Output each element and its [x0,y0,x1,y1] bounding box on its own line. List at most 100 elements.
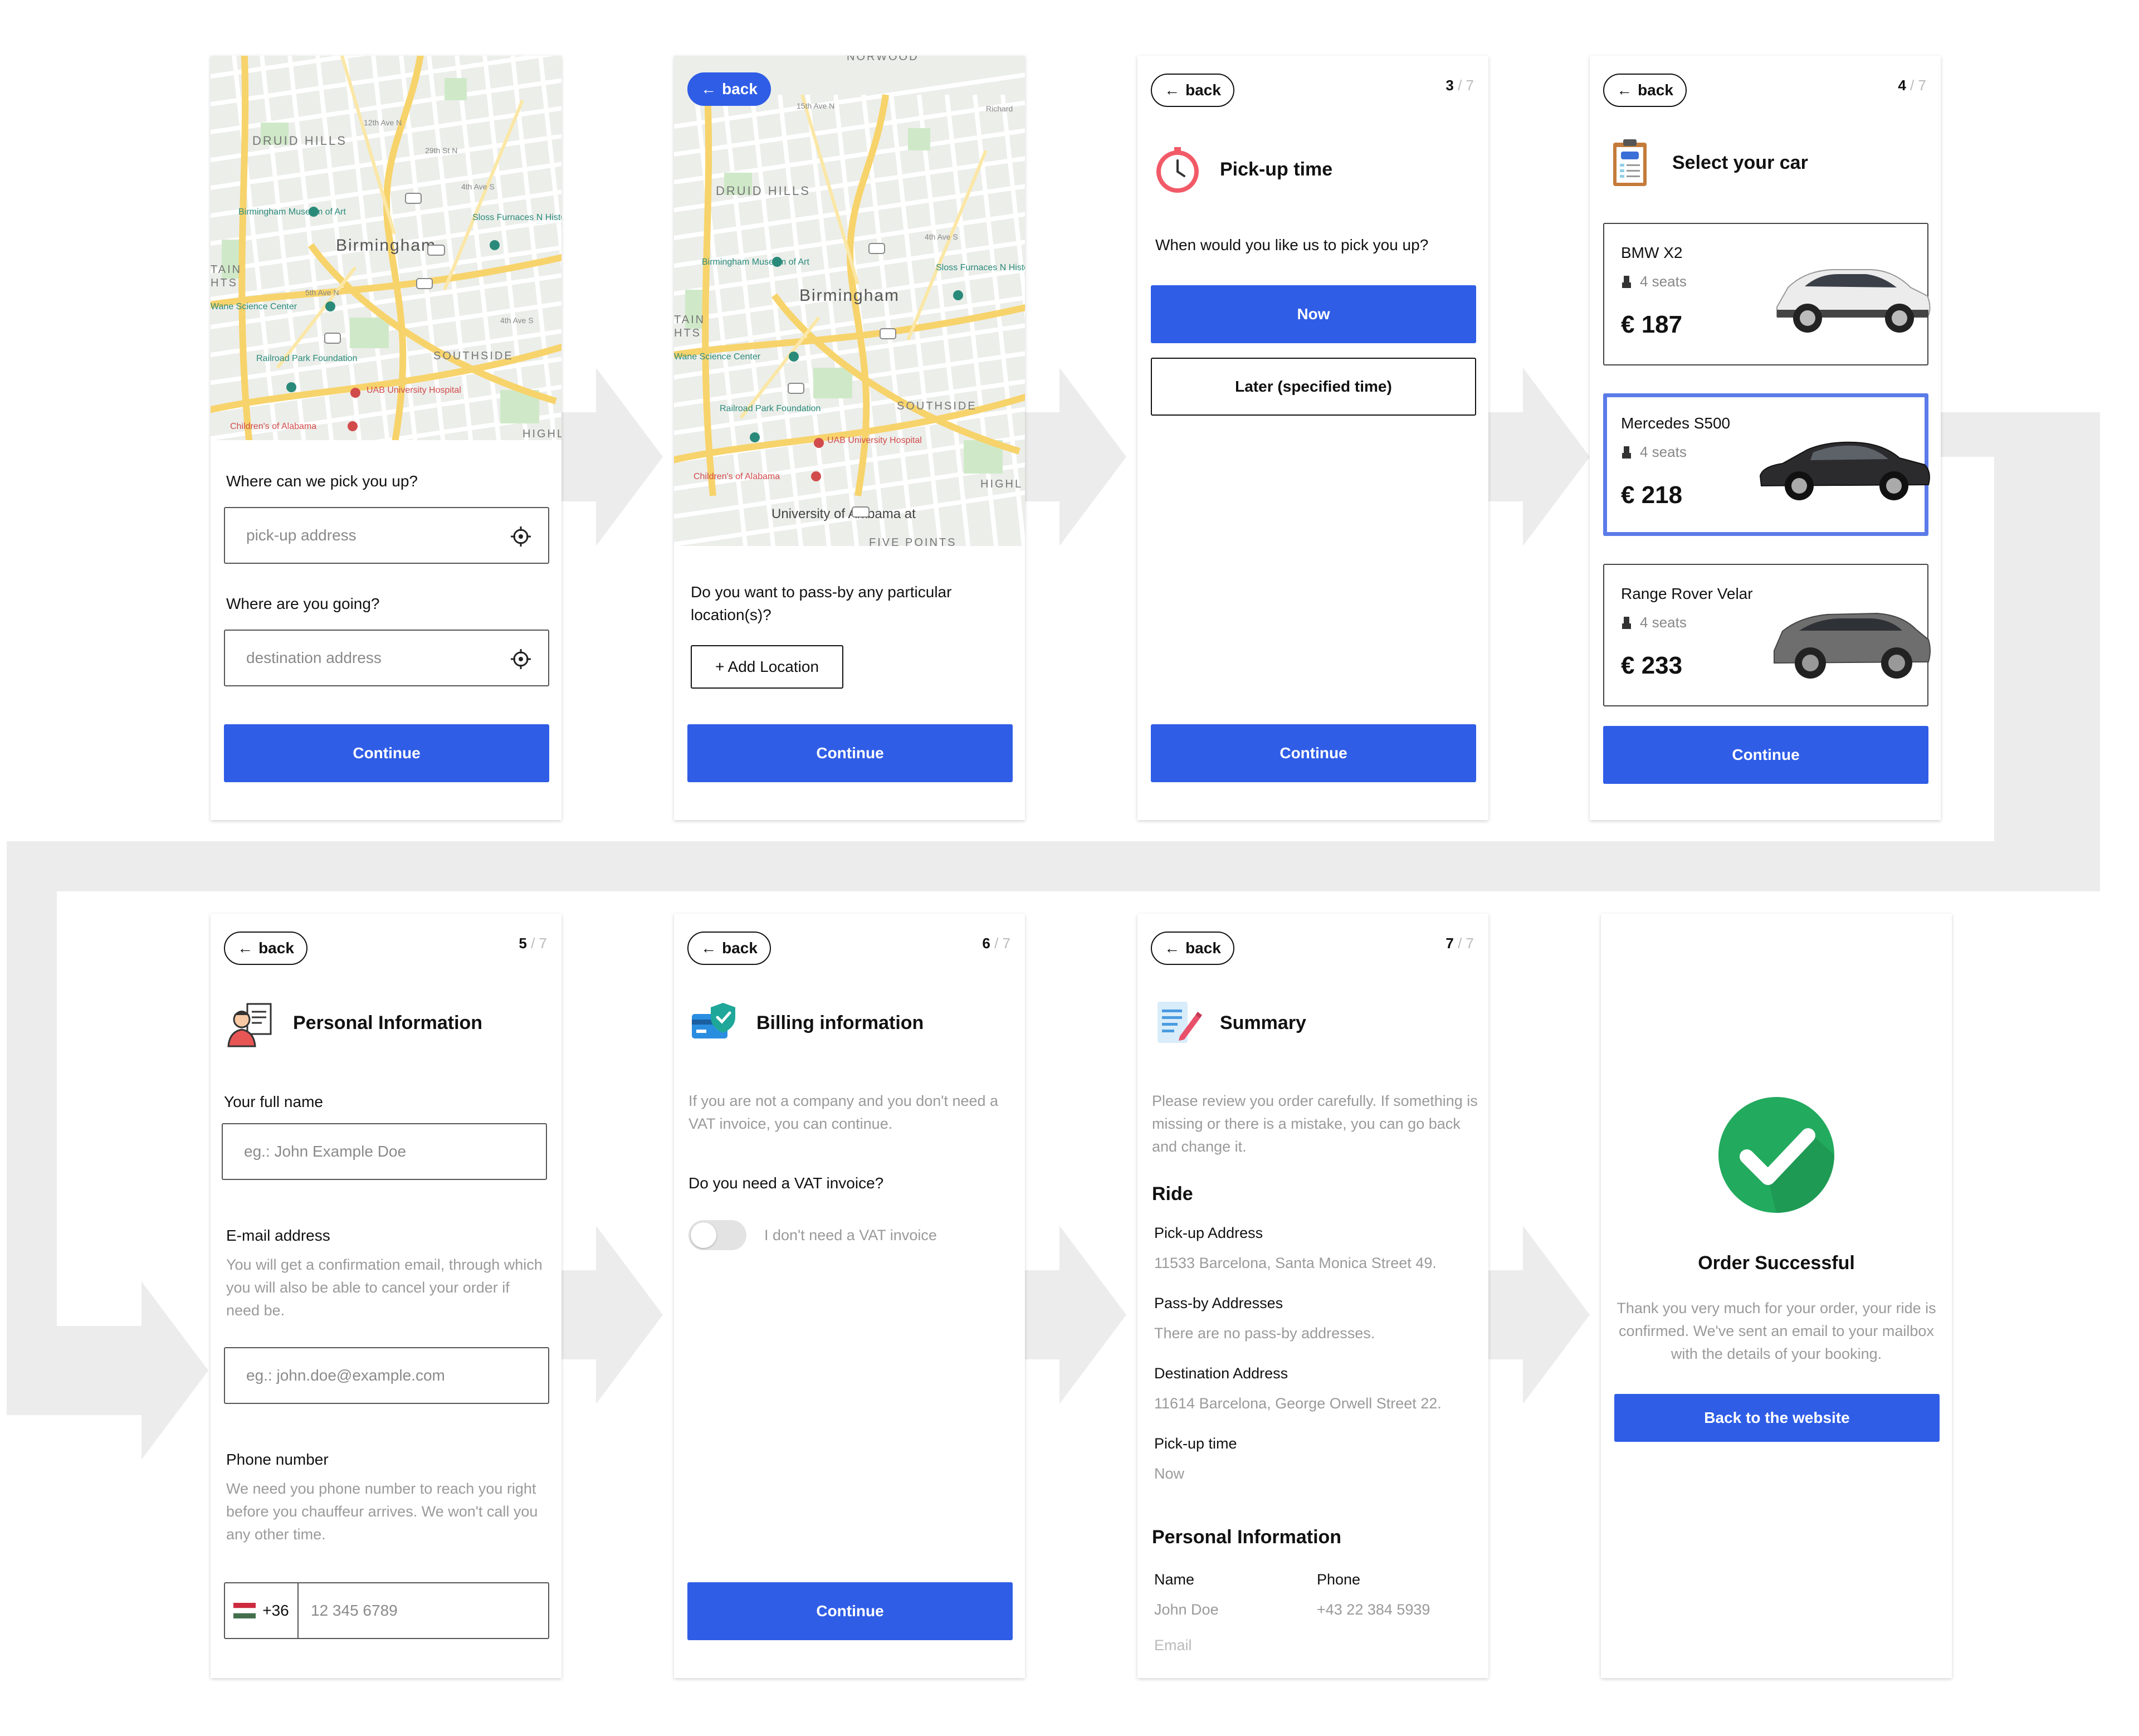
phone-placeholder: 12 345 6789 [311,1602,398,1619]
summary-help-text: Please review you order carefully. If so… [1152,1093,1478,1155]
continue-button[interactable]: Continue [687,724,1013,782]
step-indicator: 6 / 7 [982,935,1010,952]
car-option-mercedes-s500[interactable]: Mercedes S500 4 seats € 218 [1603,393,1930,536]
pickup-address-value: 11533 Barcelona, Santa Monica Street 49. [1154,1255,1437,1271]
person-document-icon [227,1003,272,1047]
back-label: back [722,939,758,957]
add-location-button[interactable]: + Add Location [691,645,843,689]
vat-toggle[interactable] [688,1220,746,1250]
car-seats-label: 4 seats [1640,443,1687,460]
title-row: Billing information [688,997,924,1049]
car-option-range-rover-velar[interactable]: Range Rover Velar 4 seats € 233 [1603,564,1931,706]
ride-heading: Ride [1152,1183,1193,1205]
pickup-address-input[interactable]: pick-up address [224,507,549,564]
map-poi: Sloss Furnaces N Historic Landmark [936,263,1025,272]
pickup-placeholder: pick-up address [246,526,356,544]
map-street: 4th Ave S [925,232,958,241]
continue-button[interactable]: Continue [1603,726,1928,784]
car-price: € 187 [1621,311,1683,338]
phone-label: Phone number [226,1451,329,1468]
map-poi: Wane Science Center [674,352,761,362]
car-option-bmw-x2[interactable]: BMW X2 4 seats € 187 [1603,223,1931,365]
step-current: 5 [519,935,527,952]
back-label: back [1185,939,1221,957]
map-poi: Railroad Park Foundation [720,404,821,413]
back-button[interactable]: ← back [687,932,771,965]
map[interactable]: DRUID HILLS Birmingham SOUTHSIDE HIGHL T… [211,56,561,440]
step-indicator: 4 / 7 [1898,77,1926,94]
car-seats: 4 seats [1621,273,1687,290]
later-button[interactable]: Later (specified time) [1151,358,1476,416]
continue-button[interactable]: Continue [224,724,549,782]
country-code: +36 [262,1602,289,1619]
step-current: 7 [1445,935,1454,952]
pickup-time-value: Now [1154,1465,1185,1482]
car-image-suv-grey [1774,612,1931,679]
title-row: Personal Information [225,997,482,1049]
map-street: 5th Ave N [305,288,339,297]
title-row: Select your car [1604,137,1808,188]
email-help-text: You will get a confirmation email, throu… [226,1256,543,1319]
destination-placeholder: destination address [246,649,382,666]
back-button[interactable]: ← back [687,72,771,106]
now-button[interactable]: Now [1151,285,1476,343]
map[interactable]: NORWOOD DRUID HILLS Birmingham SOUTHSIDE… [674,56,1025,546]
car-name: Mercedes S500 [1621,415,1731,432]
continue-button[interactable]: Continue [1151,724,1476,782]
map-label: HIGHL [980,478,1023,490]
back-label: back [1638,81,1673,99]
screen-billing-information: ← back 6 / 7 Billing information If you … [674,914,1025,1678]
personal-info-heading: Personal Information [1152,1527,1342,1548]
phone-input[interactable]: +36 12 345 6789 [224,1582,549,1639]
back-button[interactable]: ← back [1151,74,1234,107]
full-name-input[interactable]: eg.: John Example Doe [222,1123,547,1180]
map-label: DRUID HILLS [716,184,810,198]
name-label: Name [1154,1571,1195,1588]
destination-address-input[interactable]: destination address [224,630,549,686]
pickup-time-question: When would you like us to pick you up? [1155,236,1429,253]
map-poi: Wane Science Center [211,302,297,311]
back-button[interactable]: ← back [224,932,307,965]
map-street: 4th Ave S [461,182,495,191]
phone-help-text: We need you phone number to reach you ri… [226,1480,538,1543]
clock-icon [1156,147,1199,193]
arrow-left-icon: ← [237,939,253,957]
crosshair-icon[interactable] [510,648,531,670]
seat-icon [1622,446,1631,459]
seat-icon [1622,275,1631,288]
step-total: / 7 [1458,935,1474,952]
map-label: NORWOOD [847,56,919,63]
email-placeholder: eg.: john.doe@example.com [246,1367,445,1384]
map-poi: UAB University Hospital [367,386,461,395]
map-label: Birmingham [336,236,436,255]
back-label: back [1185,81,1221,99]
email-input[interactable]: eg.: john.doe@example.com [224,1347,549,1404]
pass-by-question: Do you want to pass-by any particular lo… [691,583,952,623]
phone-value: +43 22 384 5939 [1317,1601,1430,1618]
map-poi: UAB University Hospital [827,436,922,445]
step-total: / 7 [994,935,1010,952]
hungary-flag-icon [233,1603,256,1618]
pass-by-label: Pass-by Addresses [1154,1295,1283,1311]
clipboard-icon [1613,139,1647,186]
map-label: TAIN [211,264,242,276]
step-indicator: 5 / 7 [519,935,547,952]
back-button[interactable]: ← back [1603,74,1687,107]
title-row: Summary [1152,997,1306,1049]
map-poi: University of Alabama at [771,506,916,521]
map-label: SOUTHSIDE [433,350,514,362]
car-image-sedan-black [1759,441,1930,500]
page-title: Personal Information [293,1012,483,1033]
map-street: Richard [986,104,1013,113]
arrow-left-icon: ← [1617,81,1633,99]
car-price: € 233 [1621,652,1683,679]
back-to-website-button[interactable]: Back to the website [1614,1394,1940,1442]
map-street: 4th Ave S [500,316,534,325]
step-current: 4 [1898,77,1906,94]
continue-button[interactable]: Continue [687,1582,1013,1640]
screen-pickup-destination: DRUID HILLS Birmingham SOUTHSIDE HIGHL T… [211,56,561,820]
crosshair-icon[interactable] [510,526,531,547]
country-code-select[interactable]: +36 [225,1583,299,1638]
full-name-label: Your full name [224,1093,323,1110]
back-button[interactable]: ← back [1151,932,1234,965]
